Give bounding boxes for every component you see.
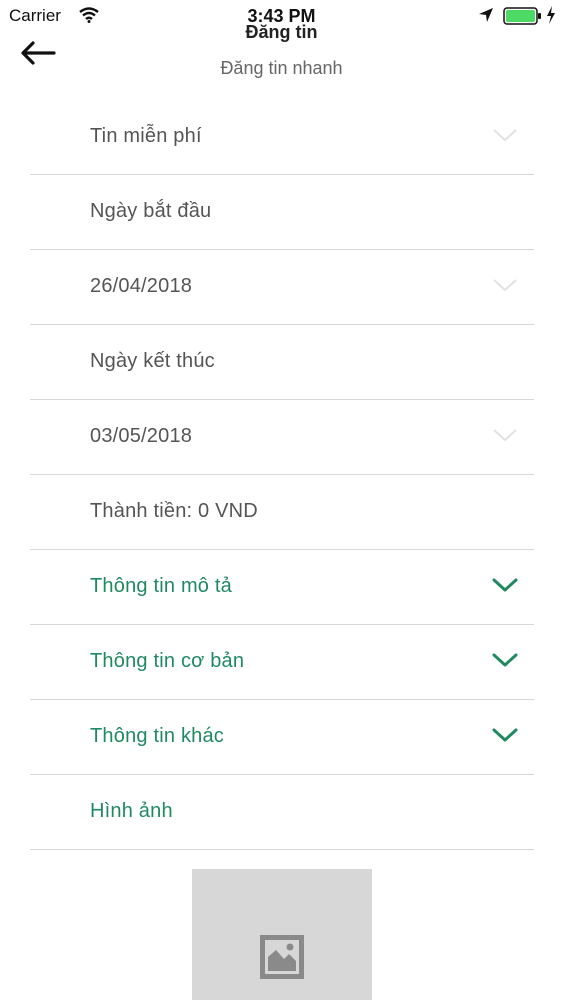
total-price-row: Thành tiền: 0 VND — [30, 475, 534, 550]
chevron-down-icon — [492, 653, 518, 667]
page-title: Đăng tin — [245, 22, 318, 42]
chevron-down-icon — [493, 279, 517, 292]
page-subtitle: Đăng tin nhanh — [220, 58, 343, 78]
end-date-heading-row: Ngày kết thúc — [30, 325, 534, 400]
start-date-value: 26/04/2018 — [90, 275, 193, 297]
section-basic-info-toggle[interactable]: Thông tin cơ bản — [30, 625, 534, 700]
end-date-label: Ngày kết thúc — [90, 350, 215, 372]
section-description-label: Thông tin mô tả — [90, 575, 232, 597]
package-select[interactable]: Tin miễn phí — [30, 100, 534, 175]
chevron-down-icon — [492, 578, 518, 592]
section-other-info-label: Thông tin khác — [90, 725, 224, 747]
end-date-value: 03/05/2018 — [90, 425, 193, 447]
section-description-toggle[interactable]: Thông tin mô tả — [30, 550, 534, 625]
section-images-label: Hình ảnh — [90, 800, 173, 822]
form-list: Tin miễn phí Ngày bắt đầu 26/04/2018 Ngà… — [30, 100, 534, 850]
section-basic-info-label: Thông tin cơ bản — [90, 650, 245, 672]
section-other-info-toggle[interactable]: Thông tin khác — [30, 700, 534, 775]
section-images-row: Hình ảnh — [30, 775, 534, 850]
total-price-label: Thành tiền: 0 VND — [90, 500, 258, 522]
add-image-button[interactable] — [192, 869, 372, 1000]
package-select-label: Tin miễn phí — [90, 125, 202, 147]
start-date-label: Ngày bắt đầu — [90, 200, 212, 222]
start-date-heading-row: Ngày bắt đầu — [30, 175, 534, 250]
end-date-picker[interactable]: 03/05/2018 — [30, 400, 534, 475]
chevron-down-icon — [492, 728, 518, 742]
chevron-down-icon — [493, 429, 517, 442]
start-date-picker[interactable]: 26/04/2018 — [30, 250, 534, 325]
image-placeholder-icon — [260, 935, 304, 979]
chevron-down-icon — [493, 129, 517, 142]
